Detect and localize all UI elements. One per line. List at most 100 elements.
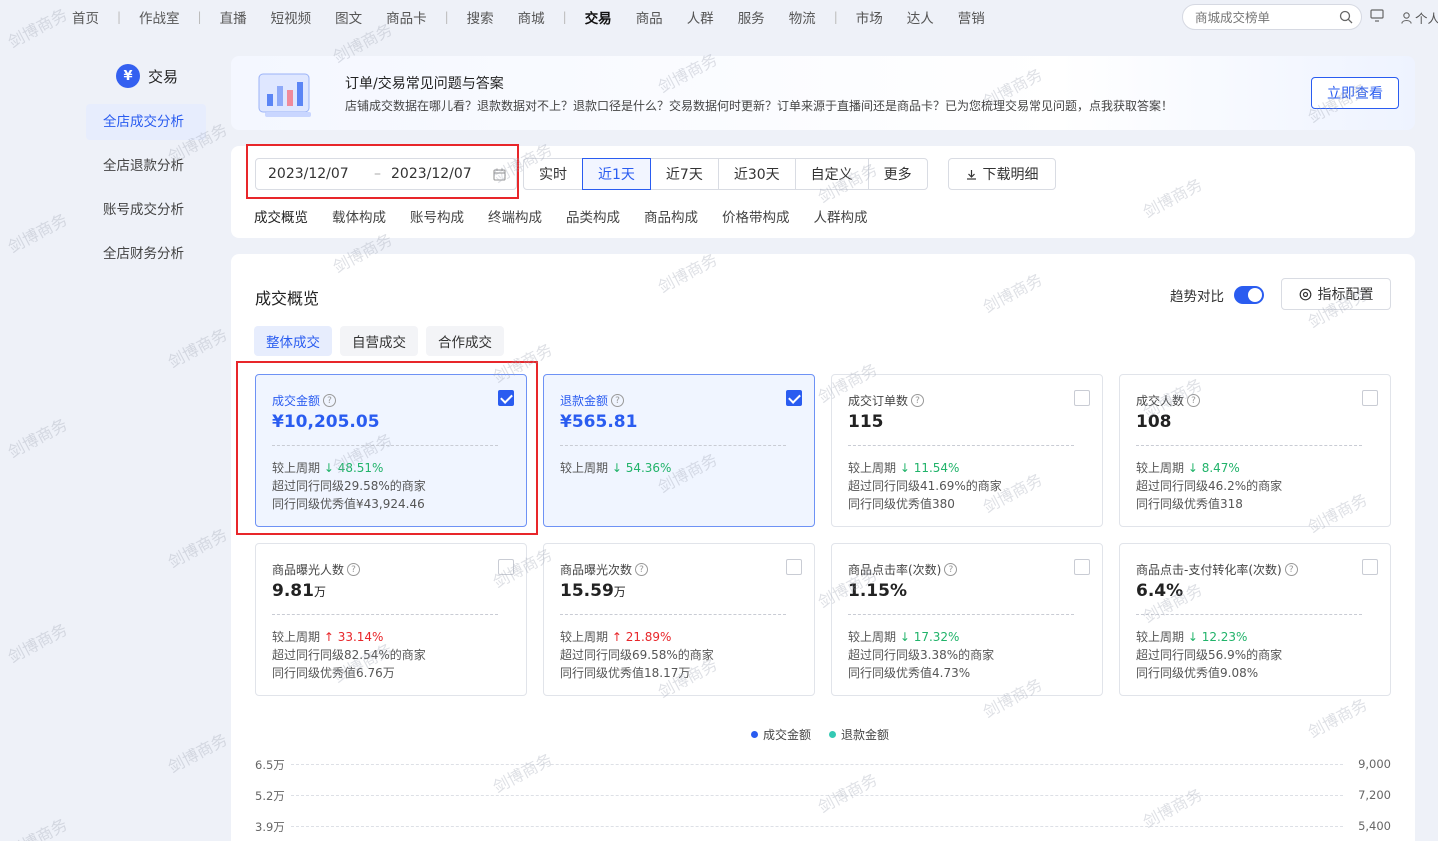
range-option[interactable]: 近7天 [649,158,719,190]
download-label[interactable]: 下载明细 [983,164,1039,184]
help-icon[interactable]: ? [1187,394,1201,407]
trend-compare: 趋势对比 [1170,285,1264,305]
metric-value-number: 6.4% [1136,581,1184,601]
metric-checkbox[interactable] [1074,559,1090,575]
metric-card[interactable]: 商品点击率(次数)? 1.15% 较上周期 ↓ 17.32% 超过同行同级3.38%的… [831,543,1103,696]
legend-item[interactable]: 成交金额 [751,726,811,743]
metric-value-number: 9.81 [272,581,314,601]
user-label[interactable]: 个人 [1415,8,1438,27]
metric-card[interactable]: 商品点击-支付转化率(次数)? 6.4% 较上周期 ↓ 12.23% 超过同行同级56… [1119,543,1391,696]
metric-card[interactable]: 退款金额? ¥565.81 较上周期 ↓ 54.36% [543,374,815,527]
deal-type-tab[interactable]: 自营成交 [340,326,418,356]
arrow-down-icon: ↓ [1184,461,1202,475]
nav-item[interactable]: 搜索 [455,7,506,27]
metric-value: 115 [848,412,884,432]
date-range-picker[interactable]: 2023/12/07 – 2023/12/07 [255,158,517,190]
top-search-input[interactable] [1195,9,1335,25]
top-search[interactable] [1182,4,1362,30]
monitor-icon[interactable] [1370,9,1384,22]
sidebar-item-store-refund-analysis[interactable]: 全店退款分析 [86,148,216,184]
metric-checkbox[interactable] [498,390,514,406]
metric-card[interactable]: 商品曝光人数? 9.81万 较上周期 ↑ 33.14% 超过同行同级82.54%的商家… [255,543,527,696]
nav-item[interactable]: 首页 [60,7,111,27]
nav-item[interactable]: 商品 [624,7,675,27]
date-start[interactable]: 2023/12/07 [268,166,349,182]
compare-prefix: 较上周期 [848,461,897,475]
view-now-button[interactable]: 立即查看 [1311,77,1399,109]
nav-item[interactable]: 服务 [726,7,777,27]
help-icon[interactable]: ? [635,563,649,576]
range-option[interactable]: 实时 [523,158,583,190]
help-icon[interactable]: ? [323,394,337,407]
metric-value: 1.15% [848,581,907,601]
analysis-subtab[interactable]: 成交概览 [254,206,308,226]
metric-checkbox[interactable] [786,559,802,575]
range-option[interactable]: 近30天 [717,158,796,190]
help-icon[interactable]: ? [944,563,958,576]
nav-item[interactable]: 市场 [844,7,895,27]
download-icon [966,169,976,180]
nav-item[interactable]: 短视频 [259,7,324,27]
deal-type-tab[interactable]: 合作成交 [426,326,504,356]
metric-card[interactable]: 成交人数? 108 较上周期 ↓ 8.47% 超过同行同级46.2%的商家 同行同级优秀… [1119,374,1391,527]
legend-label[interactable]: 成交金额 [763,726,811,743]
compare-value: 21.89% [625,630,672,644]
analysis-subtab[interactable]: 价格带构成 [722,206,790,226]
nav-item[interactable]: 商城 [506,7,557,27]
download-details-button[interactable]: 下载明细 [948,158,1056,190]
trend-compare-toggle[interactable] [1234,286,1264,304]
nav-item[interactable]: 达人 [895,7,946,27]
help-icon[interactable]: ? [347,563,361,576]
metric-checkbox[interactable] [1074,390,1090,406]
metric-config-button[interactable]: 指标配置 [1281,278,1391,310]
deal-type-tab[interactable]: 整体成交 [254,326,332,356]
range-option[interactable]: 近1天 [582,158,651,190]
analysis-subtab[interactable]: 品类构成 [566,206,620,226]
top-navigation: 首页 | 作战室 | 直播 短视频 图文 商品卡 | 搜索 商城 | 交易 商品 人群 服务 物流 | 市场 达人 营销… [0,0,1438,34]
nav-item[interactable]: 图文 [323,7,374,27]
analysis-subtab[interactable]: 商品构成 [644,206,698,226]
legend-label[interactable]: 退款金额 [841,726,889,743]
nav-item[interactable]: 作战室 [127,7,192,27]
metric-config-label[interactable]: 指标配置 [1318,284,1374,304]
nav-item[interactable]: 物流 [777,7,828,27]
analysis-subtab[interactable]: 载体构成 [332,206,386,226]
metric-checkbox[interactable] [1362,559,1378,575]
metric-card[interactable]: 成交金额? ¥10,205.05 较上周期 ↓ 48.51% 超过同行同级29.58%… [255,374,527,527]
metric-checkbox[interactable] [1362,390,1378,406]
sidebar-item-store-finance-analysis[interactable]: 全店财务分析 [86,236,216,272]
nav-separator: | [117,10,122,24]
overview-title: 成交概览 [255,289,320,308]
legend-item[interactable]: 退款金额 [829,726,889,743]
metric-card[interactable]: 成交订单数? 115 较上周期 ↓ 11.54% 超过同行同级41.69%的商家 同行同… [831,374,1103,527]
compare-row: 较上周期 ↓ 8.47% [1136,459,1240,476]
metric-checkbox[interactable] [498,559,514,575]
user-menu[interactable]: 个人 [1401,8,1438,27]
metric-value-number: 108 [1136,412,1172,432]
metric-card[interactable]: 商品曝光次数? 15.59万 较上周期 ↑ 21.89% 超过同行同级69.58%的商… [543,543,815,696]
analysis-subtab[interactable]: 账号构成 [410,206,464,226]
calendar-icon[interactable] [493,168,506,181]
search-icon[interactable] [1339,10,1353,24]
sidebar-item-store-deal-analysis[interactable]: 全店成交分析 [86,104,206,140]
help-icon[interactable]: ? [1284,563,1298,576]
nav-item[interactable]: 商品卡 [374,7,439,27]
sidebar-item-account-deal-analysis[interactable]: 账号成交分析 [86,192,216,228]
nav-item[interactable]: 交易 [573,7,624,27]
nav-item[interactable]: 营销 [946,7,997,27]
range-option[interactable]: 自定义 [794,158,869,190]
compare-prefix: 较上周期 [1136,630,1185,644]
metric-checkbox[interactable] [786,390,802,406]
date-end[interactable]: 2023/12/07 [391,166,472,182]
help-icon[interactable]: ? [911,394,925,407]
compare-value: 48.51% [337,461,384,475]
analysis-subtab[interactable]: 终端构成 [488,206,542,226]
nav-item[interactable]: 直播 [208,7,259,27]
nav-item[interactable]: 人群 [675,7,726,27]
range-option[interactable]: 更多 [867,158,928,190]
metric-label: 成交人数? [1136,392,1201,409]
y-axis-right-tick: 7,200 [1358,788,1391,802]
help-icon[interactable]: ? [611,394,625,407]
divider [848,445,1074,446]
analysis-subtab[interactable]: 人群构成 [814,206,868,226]
